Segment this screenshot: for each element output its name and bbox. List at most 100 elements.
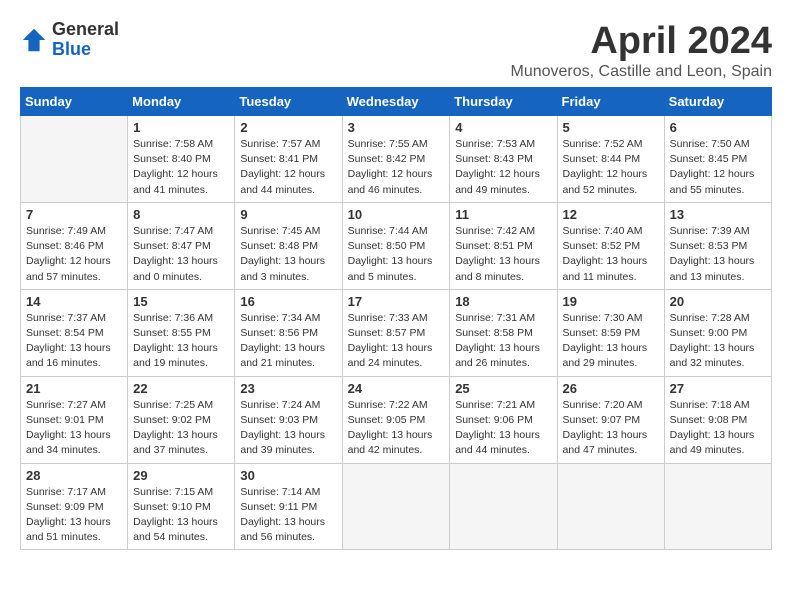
week-row-4: 21Sunrise: 7:27 AMSunset: 9:01 PMDayligh… — [21, 376, 772, 463]
day-cell — [342, 463, 450, 550]
day-cell: 23 Sunrise: 7:24 AMSunset: 9:03 PMDayligh… — [235, 376, 342, 463]
sunrise-label: Sunrise: 7:17 AM — [26, 486, 106, 498]
day-info: Sunrise: 7:45 AMSunset: 8:48 PMDaylight:… — [240, 224, 336, 285]
daylight-label: Daylight: 12 hours and 46 minutes. — [348, 168, 433, 195]
daylight-label: Daylight: 13 hours and 8 minutes. — [455, 255, 540, 282]
day-info: Sunrise: 7:20 AMSunset: 9:07 PMDaylight:… — [563, 398, 659, 459]
day-number: 7 — [26, 207, 122, 222]
sunrise-label: Sunrise: 7:55 AM — [348, 138, 428, 150]
day-number: 28 — [26, 468, 122, 483]
sunset-label: Sunset: 9:07 PM — [563, 414, 641, 426]
sunrise-label: Sunrise: 7:40 AM — [563, 225, 643, 237]
day-info: Sunrise: 7:27 AMSunset: 9:01 PMDaylight:… — [26, 398, 122, 459]
sunrise-label: Sunrise: 7:52 AM — [563, 138, 643, 150]
day-info: Sunrise: 7:24 AMSunset: 9:03 PMDaylight:… — [240, 398, 336, 459]
sunrise-label: Sunrise: 7:49 AM — [26, 225, 106, 237]
calendar-title: April 2024 — [511, 20, 773, 63]
sunset-label: Sunset: 8:43 PM — [455, 153, 533, 165]
sunrise-label: Sunrise: 7:33 AM — [348, 312, 428, 324]
daylight-label: Daylight: 13 hours and 51 minutes. — [26, 516, 111, 543]
daylight-label: Daylight: 13 hours and 0 minutes. — [133, 255, 218, 282]
day-info: Sunrise: 7:28 AMSunset: 9:00 PMDaylight:… — [670, 311, 766, 372]
week-row-5: 28 Sunrise: 7:17 AMSunset: 9:09 PMDayligh… — [21, 463, 772, 550]
sunrise-label: Sunrise: 7:30 AM — [563, 312, 643, 324]
daylight-label: Daylight: 13 hours and 34 minutes. — [26, 429, 111, 456]
sunrise-label: Sunrise: 7:20 AM — [563, 399, 643, 411]
header-row: SundayMondayTuesdayWednesdayThursdayFrid… — [21, 88, 772, 116]
day-number: 12 — [563, 207, 659, 222]
day-cell: 18Sunrise: 7:31 AMSunset: 8:58 PMDayligh… — [450, 289, 557, 376]
sunrise-label: Sunrise: 7:50 AM — [670, 138, 750, 150]
sunrise-label: Sunrise: 7:22 AM — [348, 399, 428, 411]
sunset-label: Sunset: 9:10 PM — [133, 501, 211, 513]
sunset-label: Sunset: 8:42 PM — [348, 153, 426, 165]
sunset-label: Sunset: 8:53 PM — [670, 240, 748, 252]
day-number: 15 — [133, 294, 229, 309]
day-cell: 2Sunrise: 7:57 AMSunset: 8:41 PMDaylight… — [235, 116, 342, 203]
sunrise-label: Sunrise: 7:45 AM — [240, 225, 320, 237]
day-number: 19 — [563, 294, 659, 309]
sunrise-label: Sunrise: 7:31 AM — [455, 312, 535, 324]
day-info: Sunrise: 7:52 AMSunset: 8:44 PMDaylight:… — [563, 137, 659, 198]
daylight-label: Daylight: 13 hours and 56 minutes. — [240, 516, 325, 543]
day-info: Sunrise: 7:49 AMSunset: 8:46 PMDaylight:… — [26, 224, 122, 285]
day-number: 14 — [26, 294, 122, 309]
day-info: Sunrise: 7:50 AMSunset: 8:45 PMDaylight:… — [670, 137, 766, 198]
sunset-label: Sunset: 9:11 PM — [240, 501, 317, 513]
day-cell: 19Sunrise: 7:30 AMSunset: 8:59 PMDayligh… — [557, 289, 664, 376]
sunset-label: Sunset: 8:52 PM — [563, 240, 641, 252]
sunset-label: Sunset: 9:08 PM — [670, 414, 748, 426]
day-info: Sunrise: 7:21 AMSunset: 9:06 PMDaylight:… — [455, 398, 551, 459]
sunset-label: Sunset: 9:00 PM — [670, 327, 748, 339]
day-number: 6 — [670, 120, 766, 135]
logo-text: General Blue — [52, 20, 119, 60]
day-cell: 8Sunrise: 7:47 AMSunset: 8:47 PMDaylight… — [128, 202, 235, 289]
day-info: Sunrise: 7:37 AMSunset: 8:54 PMDaylight:… — [26, 311, 122, 372]
logo-blue: Blue — [52, 40, 119, 60]
daylight-label: Daylight: 12 hours and 57 minutes. — [26, 255, 111, 282]
column-header-wednesday: Wednesday — [342, 88, 450, 116]
daylight-label: Daylight: 12 hours and 49 minutes. — [455, 168, 540, 195]
day-number: 30 — [240, 468, 336, 483]
sunrise-label: Sunrise: 7:15 AM — [133, 486, 213, 498]
day-number: 13 — [670, 207, 766, 222]
sunrise-label: Sunrise: 7:14 AM — [240, 486, 320, 498]
title-block: April 2024 Munoveros, Castille and Leon,… — [511, 20, 773, 81]
sunset-label: Sunset: 8:54 PM — [26, 327, 104, 339]
day-info: Sunrise: 7:42 AMSunset: 8:51 PMDaylight:… — [455, 224, 551, 285]
daylight-label: Daylight: 13 hours and 24 minutes. — [348, 342, 433, 369]
sunrise-label: Sunrise: 7:58 AM — [133, 138, 213, 150]
sunrise-label: Sunrise: 7:47 AM — [133, 225, 213, 237]
day-cell — [557, 463, 664, 550]
sunset-label: Sunset: 9:02 PM — [133, 414, 211, 426]
day-cell: 7 Sunrise: 7:49 AMSunset: 8:46 PMDaylight… — [21, 202, 128, 289]
day-cell: 29Sunrise: 7:15 AMSunset: 9:10 PMDayligh… — [128, 463, 235, 550]
day-cell: 4Sunrise: 7:53 AMSunset: 8:43 PMDaylight… — [450, 116, 557, 203]
day-number: 23 — [240, 381, 336, 396]
day-cell: 16Sunrise: 7:34 AMSunset: 8:56 PMDayligh… — [235, 289, 342, 376]
day-info: Sunrise: 7:44 AMSunset: 8:50 PMDaylight:… — [348, 224, 445, 285]
day-cell: 24Sunrise: 7:22 AMSunset: 9:05 PMDayligh… — [342, 376, 450, 463]
day-number: 22 — [133, 381, 229, 396]
week-row-3: 14 Sunrise: 7:37 AMSunset: 8:54 PMDayligh… — [21, 289, 772, 376]
calendar-header: SundayMondayTuesdayWednesdayThursdayFrid… — [21, 88, 772, 116]
daylight-label: Daylight: 13 hours and 49 minutes. — [670, 429, 755, 456]
day-number: 29 — [133, 468, 229, 483]
sunset-label: Sunset: 8:48 PM — [240, 240, 318, 252]
sunset-label: Sunset: 8:58 PM — [455, 327, 533, 339]
daylight-label: Daylight: 13 hours and 5 minutes. — [348, 255, 433, 282]
day-number: 20 — [670, 294, 766, 309]
day-number: 25 — [455, 381, 551, 396]
day-number: 27 — [670, 381, 766, 396]
sunset-label: Sunset: 8:41 PM — [240, 153, 318, 165]
sunrise-label: Sunrise: 7:28 AM — [670, 312, 750, 324]
day-cell: 15Sunrise: 7:36 AMSunset: 8:55 PMDayligh… — [128, 289, 235, 376]
day-info: Sunrise: 7:18 AMSunset: 9:08 PMDaylight:… — [670, 398, 766, 459]
calendar-body: 1Sunrise: 7:58 AMSunset: 8:40 PMDaylight… — [21, 116, 772, 550]
sunrise-label: Sunrise: 7:27 AM — [26, 399, 106, 411]
day-info: Sunrise: 7:25 AMSunset: 9:02 PMDaylight:… — [133, 398, 229, 459]
day-info: Sunrise: 7:17 AMSunset: 9:09 PMDaylight:… — [26, 485, 122, 546]
day-cell: 6 Sunrise: 7:50 AMSunset: 8:45 PMDaylight… — [664, 116, 771, 203]
day-number: 26 — [563, 381, 659, 396]
day-cell: 11Sunrise: 7:42 AMSunset: 8:51 PMDayligh… — [450, 202, 557, 289]
